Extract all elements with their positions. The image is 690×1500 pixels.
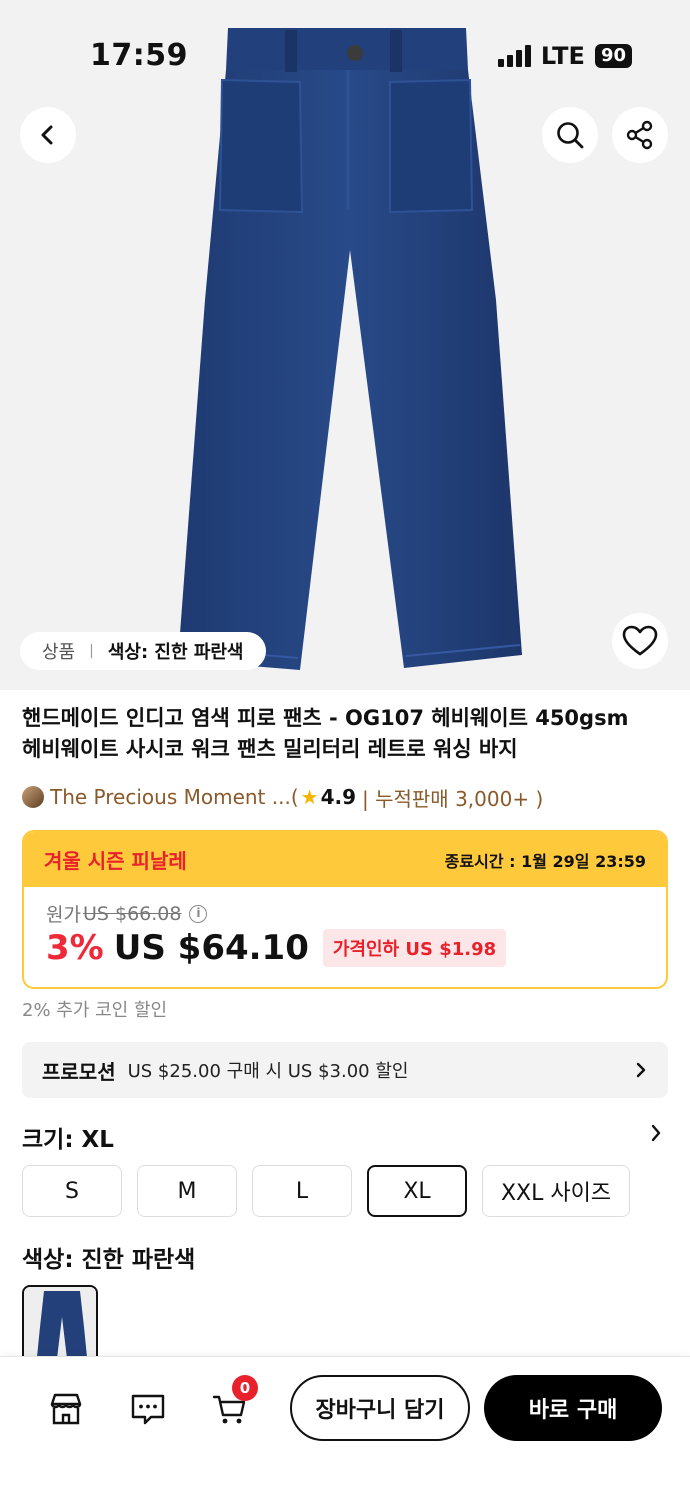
- chevron-left-icon: [41, 125, 53, 145]
- search-icon: [557, 122, 584, 149]
- caption-category: 상품: [42, 642, 76, 663]
- sale-end-time: 종료시간 : 1월 29일 23:59: [444, 851, 646, 871]
- size-options: S M L XL XXL 사이즈: [22, 1165, 630, 1217]
- size-option-m[interactable]: M: [137, 1165, 237, 1217]
- promotion-row[interactable]: 프로모션 US $25.00 구매 시 US $3.00 할인: [22, 1042, 668, 1098]
- battery-icon: 90: [594, 44, 632, 68]
- store-open-paren: (: [290, 785, 299, 809]
- buy-now-button[interactable]: 바로 구매: [484, 1375, 662, 1441]
- product-title-line2: 헤비웨이트 사시코 워크 팬츠 밀리터리 레트로 워싱 바지: [22, 737, 518, 761]
- color-swatch-selected[interactable]: [22, 1285, 98, 1365]
- product-title: 핸드메이드 인디고 염색 피로 팬츠 - OG107 헤비웨이트 450gsm …: [22, 703, 672, 765]
- back-button[interactable]: [20, 107, 76, 163]
- discount-percent: 3%: [46, 928, 104, 968]
- share-icon: [626, 120, 653, 150]
- sale-box: 겨울 시즌 피날레 종료시간 : 1월 29일 23:59 원가 US $66.…: [22, 830, 668, 989]
- original-price: US $66.08: [82, 902, 182, 925]
- swatch-image: [24, 1287, 96, 1363]
- share-button[interactable]: [612, 107, 668, 163]
- original-price-row: 원가 US $66.08 i: [46, 900, 208, 927]
- store-icon: [50, 1393, 82, 1425]
- heart-icon: [622, 625, 658, 656]
- product-title-line1: 핸드메이드 인디고 염색 피로 팬츠 - OG107 헤비웨이트 450gsm: [22, 706, 629, 730]
- chat-button[interactable]: [128, 1389, 168, 1429]
- bottom-action-bar: 0 장바구니 담기 바로 구매: [0, 1356, 690, 1500]
- color-label: 색상: 진한 파란색: [22, 1247, 196, 1273]
- store-avatar: [22, 786, 44, 808]
- search-button[interactable]: [542, 107, 598, 163]
- info-icon[interactable]: i: [189, 904, 208, 923]
- original-label: 원가: [46, 904, 81, 926]
- promotion-title: 프로모션: [42, 1059, 116, 1084]
- size-option-l[interactable]: L: [252, 1165, 352, 1217]
- chat-icon: [131, 1394, 165, 1425]
- size-label: 크기: XL: [22, 1127, 114, 1153]
- caption-color: 색상: 진한 파란색: [107, 642, 244, 663]
- image-caption-pill: 상품 | 색상: 진한 파란색: [20, 632, 266, 670]
- star-icon: ★: [300, 785, 319, 809]
- size-chevron-right-icon[interactable]: [648, 1122, 664, 1144]
- sale-header: 겨울 시즌 피날레 종료시간 : 1월 29일 23:59: [24, 832, 666, 887]
- cart-count-badge: 0: [232, 1375, 258, 1401]
- caption-separator: |: [89, 643, 94, 659]
- sale-name: 겨울 시즌 피날레: [44, 849, 187, 873]
- status-bar: 17:59 LTE 90: [0, 0, 690, 110]
- signal-icon: [497, 45, 531, 67]
- store-rating: 4.9: [320, 785, 357, 809]
- coin-discount: 2% 추가 코인 할인: [22, 1000, 168, 1021]
- status-time: 17:59: [90, 38, 188, 73]
- current-price: US $64.10: [113, 928, 309, 968]
- store-info[interactable]: The Precious Moment ... ( ★ 4.9 | 누적판매 3…: [22, 783, 543, 811]
- wishlist-button[interactable]: [612, 613, 668, 669]
- price-drop-badge: 가격인하 US $1.98: [322, 929, 507, 967]
- add-to-cart-button[interactable]: 장바구니 담기: [290, 1375, 470, 1441]
- price-row: 3% US $64.10 가격인하 US $1.98: [46, 928, 507, 968]
- status-indicators: LTE 90: [497, 42, 632, 70]
- size-option-xl[interactable]: XL: [367, 1165, 467, 1217]
- store-button[interactable]: [46, 1389, 86, 1429]
- chevron-right-icon: [636, 1062, 646, 1078]
- promotion-desc: US $25.00 구매 시 US $3.00 할인: [127, 1061, 409, 1082]
- size-option-xxl[interactable]: XXL 사이즈: [482, 1165, 630, 1217]
- store-sales: | 누적판매 3,000+ ): [362, 786, 544, 811]
- product-image-area[interactable]: 17:59 LTE 90 상품 | 색상: 진한 파란색: [0, 0, 690, 690]
- size-option-s[interactable]: S: [22, 1165, 122, 1217]
- network-type: LTE: [540, 42, 585, 70]
- store-name[interactable]: The Precious Moment ...: [50, 785, 291, 809]
